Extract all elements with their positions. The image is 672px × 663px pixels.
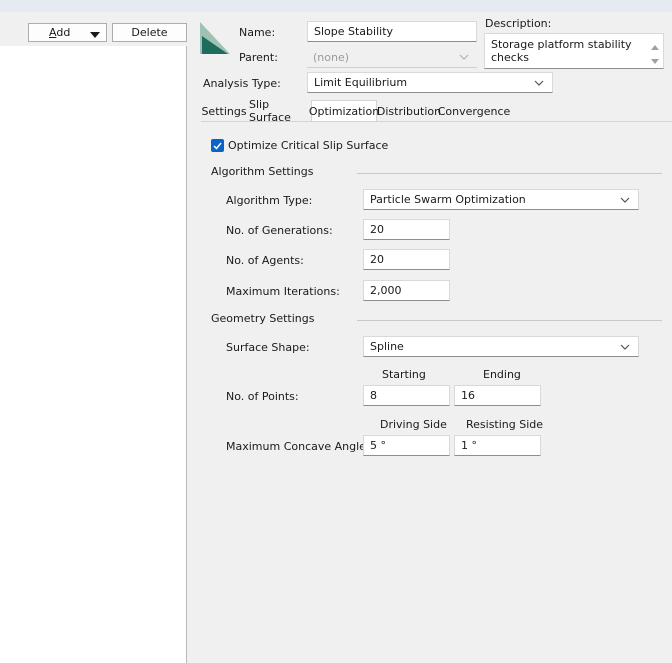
analysis-type-value: Limit Equilibrium — [314, 76, 408, 89]
generations-value: 20 — [370, 223, 384, 236]
scroll-down-icon[interactable] — [651, 55, 659, 68]
delete-button[interactable]: Delete — [112, 23, 187, 42]
chevron-down-icon — [534, 77, 544, 90]
analysis-type-select[interactable]: Limit Equilibrium — [307, 72, 553, 93]
surface-shape-value: Spline — [370, 340, 404, 353]
description-field[interactable]: Storage platform stability checks — [484, 33, 664, 69]
starting-header: Starting — [382, 368, 426, 381]
delete-button-label: Delete — [131, 26, 168, 39]
agents-input[interactable]: 20 — [363, 249, 450, 270]
resisting-side-input[interactable]: 1 ° — [454, 435, 541, 456]
chevron-down-icon — [620, 341, 630, 354]
tab-settings[interactable]: Settings — [201, 101, 247, 121]
tab-label: Settings — [201, 104, 247, 118]
agents-value: 20 — [370, 253, 384, 266]
driving-side-value: 5 ° — [370, 439, 386, 452]
analysis-type-label: Analysis Type: — [203, 77, 281, 90]
points-start-input[interactable]: 8 — [363, 385, 450, 406]
tab-strip-border — [201, 121, 672, 122]
name-field[interactable]: Slope Stability — [307, 21, 477, 42]
ending-header: Ending — [483, 368, 521, 381]
max-iterations-input[interactable]: 2,000 — [363, 280, 450, 301]
generations-label: No. of Generations: — [226, 224, 333, 237]
points-label: No. of Points: — [226, 390, 299, 403]
add-button-label: Add — [49, 26, 71, 39]
tab-distribution[interactable]: Distribution — [376, 101, 442, 121]
geometry-settings-divider — [357, 320, 662, 321]
resisting-side-header: Resisting Side — [466, 418, 544, 431]
surface-shape-label: Surface Shape: — [226, 341, 310, 354]
algorithm-type-label: Algorithm Type: — [226, 194, 313, 207]
description-label: Description: — [485, 17, 552, 30]
points-end-value: 16 — [461, 389, 475, 402]
scroll-up-icon[interactable] — [651, 40, 659, 53]
surface-shape-select[interactable]: Spline — [363, 336, 639, 357]
concave-angle-label: Maximum Concave Angle: — [226, 440, 370, 453]
points-start-value: 8 — [370, 389, 377, 402]
add-button[interactable]: Add — [28, 23, 107, 42]
parent-value: (none) — [313, 50, 350, 64]
name-label: Name: — [239, 26, 276, 39]
tab-label: Optimization — [308, 105, 380, 118]
driving-side-header: Driving Side — [380, 418, 447, 431]
geometry-settings-heading: Geometry Settings — [211, 312, 315, 325]
resisting-side-value: 1 ° — [461, 439, 477, 452]
algorithm-type-value: Particle Swarm Optimization — [370, 193, 526, 206]
item-list-pane[interactable] — [0, 46, 187, 663]
chevron-down-icon — [620, 194, 630, 207]
algorithm-type-select[interactable]: Particle Swarm Optimization — [363, 189, 639, 210]
description-value: Storage platform stability checks — [491, 38, 632, 64]
optimize-checkbox[interactable]: Optimize Critical Slip Surface — [211, 139, 388, 152]
points-end-input[interactable]: 16 — [454, 385, 541, 406]
checkmark-icon — [211, 139, 224, 152]
parent-label: Parent: — [239, 51, 278, 64]
dropdown-arrow-icon — [90, 29, 100, 42]
window-top-strip — [0, 0, 672, 12]
algorithm-settings-divider — [357, 173, 662, 174]
tab-label: Distribution — [376, 104, 442, 118]
tab-label: Convergence — [437, 104, 511, 118]
tab-convergence[interactable]: Convergence — [438, 101, 511, 121]
max-iterations-value: 2,000 — [370, 284, 402, 297]
name-value: Slope Stability — [314, 25, 394, 38]
slope-stability-icon — [200, 22, 230, 57]
tab-slip-surface[interactable]: Slip Surface — [249, 98, 309, 124]
generations-input[interactable]: 20 — [363, 219, 450, 240]
max-iterations-label: Maximum Iterations: — [226, 285, 340, 298]
tab-optimization[interactable]: Optimization — [308, 100, 380, 122]
chevron-down-icon — [459, 51, 469, 64]
agents-label: No. of Agents: — [226, 254, 304, 267]
parent-select[interactable]: (none) — [307, 47, 477, 68]
optimize-checkbox-label: Optimize Critical Slip Surface — [228, 139, 389, 152]
algorithm-settings-heading: Algorithm Settings — [211, 165, 314, 178]
driving-side-input[interactable]: 5 ° — [363, 435, 450, 456]
